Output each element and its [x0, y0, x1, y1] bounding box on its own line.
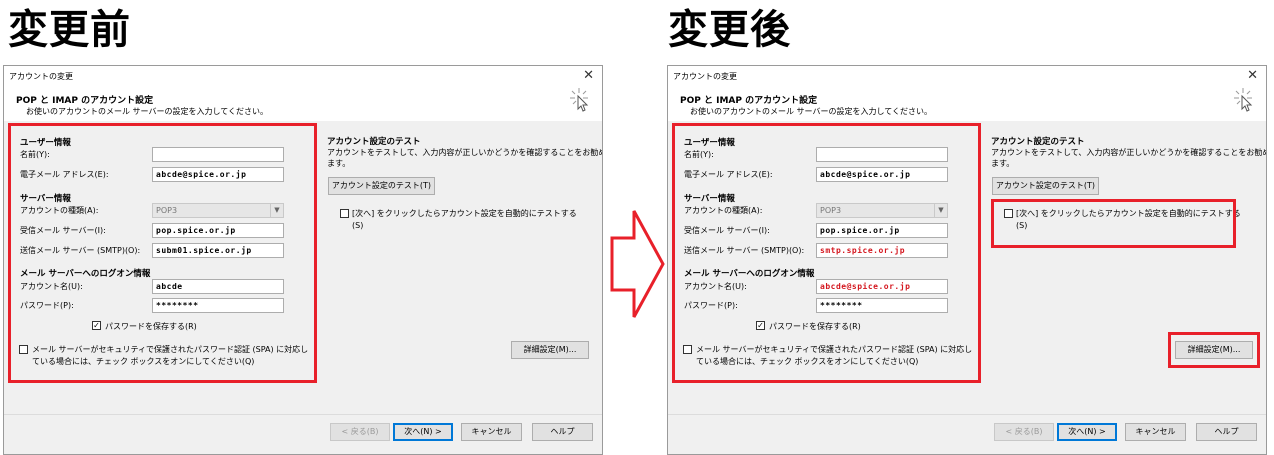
test-description-line1: アカウントをテストして、入力内容が正しいかどうかを確認することをお勧めし	[991, 148, 1267, 157]
test-account-button[interactable]: アカウント設定のテスト(T)	[328, 177, 435, 195]
test-description-line1: アカウントをテストして、入力内容が正しいかどうかを確認することをお勧めし	[327, 148, 603, 157]
account-dialog-before: アカウントの変更 ✕ POP と IMAP のアカウント設定 お使いのアカウント…	[3, 65, 603, 455]
heading-after: 変更後	[668, 7, 791, 53]
cancel-button[interactable]: キャンセル	[461, 423, 522, 441]
back-button[interactable]: < 戻る(B)	[994, 423, 1054, 441]
test-section: アカウント設定のテスト	[991, 137, 1085, 147]
account-dialog-after: アカウントの変更 ✕ POP と IMAP のアカウント設定 お使いのアカウント…	[667, 65, 1267, 455]
arrow-right-icon	[610, 210, 665, 318]
auto-test-label-line2: (S)	[352, 221, 364, 230]
highlight-box-auto-test	[991, 199, 1236, 248]
auto-test-checkbox[interactable]	[340, 209, 349, 218]
test-description-line2: ます。	[327, 159, 351, 168]
help-button[interactable]: ヘルプ	[532, 423, 593, 441]
help-button[interactable]: ヘルプ	[1196, 423, 1257, 441]
back-button[interactable]: < 戻る(B)	[330, 423, 390, 441]
footer-divider	[668, 414, 1266, 415]
cancel-button[interactable]: キャンセル	[1125, 423, 1186, 441]
next-button[interactable]: 次へ(N) >	[1057, 423, 1117, 441]
window-title: アカウントの変更	[673, 72, 737, 81]
highlight-box-settings	[672, 123, 981, 383]
close-icon[interactable]: ✕	[583, 68, 594, 83]
header-subtitle: お使いのアカウントのメール サーバーの設定を入力してください。	[26, 107, 268, 116]
test-account-button[interactable]: アカウント設定のテスト(T)	[992, 177, 1099, 195]
header-title: POP と IMAP のアカウント設定	[680, 96, 818, 106]
header-subtitle: お使いのアカウントのメール サーバーの設定を入力してください。	[690, 107, 932, 116]
auto-test-label-line1: [次へ] をクリックしたらアカウント設定を自動的にテストする	[352, 209, 577, 218]
dialog-header: アカウントの変更 ✕ POP と IMAP のアカウント設定 お使いのアカウント…	[4, 66, 602, 121]
test-description-line2: ます。	[991, 159, 1015, 168]
window-title: アカウントの変更	[9, 72, 73, 81]
next-button[interactable]: 次へ(N) >	[393, 423, 453, 441]
close-icon[interactable]: ✕	[1247, 68, 1258, 83]
header-title: POP と IMAP のアカウント設定	[16, 96, 154, 106]
more-settings-button[interactable]: 詳細設定(M)...	[511, 341, 589, 359]
dialog-header: アカウントの変更 ✕ POP と IMAP のアカウント設定 お使いのアカウント…	[668, 66, 1266, 121]
wizard-icon	[1234, 88, 1253, 112]
footer-divider	[4, 414, 602, 415]
highlight-box-settings	[8, 123, 317, 383]
wizard-icon	[570, 88, 589, 112]
heading-before: 変更前	[8, 7, 131, 53]
highlight-box-more-settings	[1168, 332, 1260, 368]
test-section: アカウント設定のテスト	[327, 137, 421, 147]
